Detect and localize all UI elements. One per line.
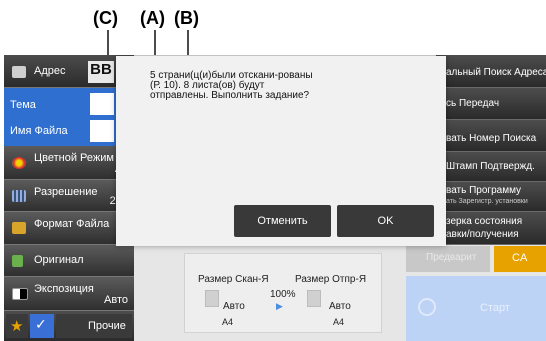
- call-program-label: вать Программу: [446, 185, 522, 196]
- original-label: Оригинал: [34, 254, 84, 266]
- address-label: Адрес: [34, 65, 66, 77]
- cancel-label: Отменить: [257, 215, 308, 227]
- ok-button[interactable]: OK: [337, 205, 434, 237]
- confirmation-dialog: 5 страни(ц(и)были отскани-рованы (Р. 10)…: [116, 56, 446, 246]
- bottom-left-bar: ★ ✓ Прочие: [4, 311, 134, 341]
- address-book-icon: [12, 66, 26, 78]
- verification-stamp-label: Штамп Подтвержд.: [446, 161, 535, 172]
- cancel-button[interactable]: Отменить: [234, 205, 331, 237]
- send-document-icon: [307, 290, 321, 307]
- verification-stamp-button[interactable]: Штамп Подтвержд.: [436, 152, 546, 182]
- dialog-message: 5 страни(ц(и)были отскани-рованы (Р. 10)…: [150, 71, 313, 101]
- send-log-button[interactable]: сь Передач: [436, 88, 546, 120]
- arrow-right-icon: ▶: [276, 302, 283, 312]
- resolution-icon: [12, 190, 26, 202]
- call-program-sublabel: ать Зарегистр. установки: [446, 198, 528, 205]
- file-format-label: Формат Файла: [34, 218, 110, 230]
- other-button[interactable]: Прочие: [56, 314, 132, 338]
- star-icon: ★: [10, 317, 24, 335]
- subject-field[interactable]: [90, 93, 114, 115]
- global-address-search-button[interactable]: альный Поиск Адреса: [436, 55, 546, 88]
- scan-size-label: Размер Скан-Я: [198, 274, 269, 285]
- original-icon: [12, 255, 23, 267]
- ok-label: OK: [377, 215, 394, 227]
- ca-button[interactable]: CA: [494, 246, 546, 272]
- check-status-label-2: авки/получения: [446, 229, 519, 240]
- start-button[interactable]: Старт: [406, 276, 546, 341]
- checkmark-button[interactable]: ✓: [30, 314, 54, 338]
- exposure-button[interactable]: Экспозиция Авто: [4, 277, 134, 311]
- search-number-label: вать Номер Поиска: [446, 133, 537, 144]
- start-label: Старт: [480, 302, 510, 314]
- preview-button[interactable]: Предварит: [406, 246, 490, 272]
- preview-label: Предварит: [426, 252, 477, 263]
- color-mode-button[interactable]: Цветной Режим Ав: [4, 146, 134, 180]
- exposure-icon: [12, 288, 28, 300]
- send-log-label: сь Передач: [446, 98, 500, 109]
- check-status-label-1: зерка состояния: [446, 216, 523, 227]
- checkmark-icon: ✓: [35, 317, 47, 333]
- exposure-value: Авто: [104, 294, 128, 306]
- filename-field[interactable]: [90, 120, 114, 142]
- file-format-button[interactable]: Формат Файла P: [4, 212, 134, 245]
- scan-paper-label: A4: [222, 317, 234, 327]
- subject-label: Тема: [10, 99, 36, 111]
- search-number-button[interactable]: вать Номер Поиска: [436, 120, 546, 152]
- check-status-button[interactable]: зерка состояния авки/получения: [436, 212, 546, 245]
- color-mode-label: Цветной Режим: [34, 152, 114, 164]
- send-size-label: Размер Отпр-Я: [295, 274, 367, 285]
- send-paper-label: A4: [333, 317, 345, 327]
- exposure-label: Экспозиция: [34, 283, 94, 295]
- scan-auto-label: Авто: [223, 301, 245, 312]
- dialog-message-line-3: отправлены. Выполнить задание?: [150, 90, 310, 101]
- send-auto-label: Авто: [329, 301, 351, 312]
- global-address-search-label: альный Поиск Адреса: [446, 67, 546, 78]
- color-mode-icon: [12, 157, 26, 169]
- start-icon: [418, 298, 436, 316]
- filename-label: Имя Файла: [10, 125, 68, 137]
- percent-label: 100%: [270, 289, 296, 300]
- resolution-label: Разрешение: [34, 186, 98, 198]
- call-program-button[interactable]: вать Программу ать Зарегистр. установки: [436, 182, 546, 212]
- favorite-button[interactable]: ★: [6, 314, 28, 338]
- original-button[interactable]: Оригинал: [4, 245, 134, 277]
- ca-label: CA: [512, 252, 528, 264]
- other-label: Прочие: [88, 320, 126, 332]
- file-format-icon: [12, 222, 26, 234]
- scan-document-icon: [205, 290, 219, 307]
- address-field-icon: BB: [88, 61, 114, 83]
- scan-screen: Адрес BB Тема Имя Файла Цветной Режим Ав…: [4, 55, 546, 341]
- resolution-button[interactable]: Разрешение 200: [4, 180, 134, 212]
- subject-row: Тема Имя Файла: [4, 88, 116, 146]
- address-button[interactable]: Адрес BB: [4, 55, 134, 88]
- size-panel: Размер Скан-Я Размер Отпр-Я 100% Авто Ав…: [184, 253, 382, 333]
